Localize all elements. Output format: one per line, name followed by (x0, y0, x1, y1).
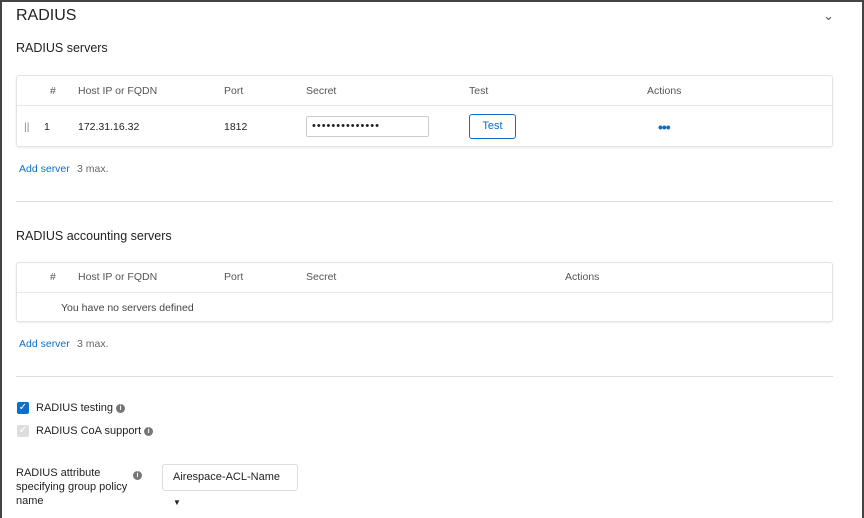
group-policy-value: Airespace-ACL-Name (173, 471, 280, 483)
col-host: Host IP or FQDN (78, 85, 158, 97)
max-note: 3 max. (77, 338, 109, 350)
collapse-chevron-icon[interactable]: ⌄ (823, 8, 834, 24)
col-actions: Actions (647, 85, 682, 97)
col-test: Test (469, 85, 489, 97)
add-accounting-server-link[interactable]: Add server (19, 338, 70, 350)
divider (17, 292, 832, 293)
row-index: 1 (44, 121, 50, 133)
col-index: # (50, 85, 56, 97)
col-host: Host IP or FQDN (78, 271, 158, 283)
col-port: Port (224, 271, 244, 283)
section-title: RADIUS (16, 7, 77, 24)
radius-servers-heading: RADIUS servers (16, 41, 108, 55)
col-secret: Secret (306, 85, 337, 97)
group-policy-label: RADIUS attribute specifying group policy… (16, 467, 128, 507)
accounting-servers-table: # Host IP or FQDN Port Secret Actions Yo… (16, 262, 833, 322)
radius-testing-text: RADIUS testing (36, 402, 114, 414)
col-port: Port (224, 85, 244, 97)
col-index: # (50, 271, 56, 283)
secret-input[interactable]: •••••••••••••• (306, 116, 429, 137)
more-actions-icon[interactable]: ••• (658, 119, 671, 135)
radius-coa-checkbox: ✓ (17, 425, 29, 437)
info-icon[interactable]: i (133, 471, 142, 480)
col-secret: Secret (306, 271, 337, 283)
test-button[interactable]: Test (469, 114, 516, 139)
info-icon[interactable]: i (144, 427, 154, 436)
accounting-servers-heading: RADIUS accounting servers (16, 229, 172, 243)
col-actions: Actions (565, 271, 600, 283)
row-host: 172.31.16.32 (78, 121, 140, 133)
max-note: 3 max. (77, 163, 109, 175)
divider (16, 201, 833, 202)
radius-coa-text: RADIUS CoA support (36, 425, 142, 437)
info-icon[interactable]: i (116, 404, 126, 413)
radius-testing-label: RADIUS testing i (36, 402, 126, 414)
divider (17, 105, 832, 106)
radius-servers-table: # Host IP or FQDN Port Secret Test Actio… (16, 75, 833, 147)
radius-testing-checkbox[interactable]: ✓ (17, 402, 29, 414)
drag-handle-icon[interactable]: || (24, 121, 29, 133)
radius-coa-label: RADIUS CoA support i (36, 425, 154, 437)
divider (16, 376, 833, 377)
caret-down-icon: ▼ (173, 498, 181, 507)
add-server-link[interactable]: Add server (19, 163, 70, 175)
group-policy-select[interactable]: Airespace-ACL-Name ▼ (162, 464, 298, 507)
row-port: 1812 (224, 121, 248, 133)
empty-message: You have no servers defined (61, 302, 194, 314)
